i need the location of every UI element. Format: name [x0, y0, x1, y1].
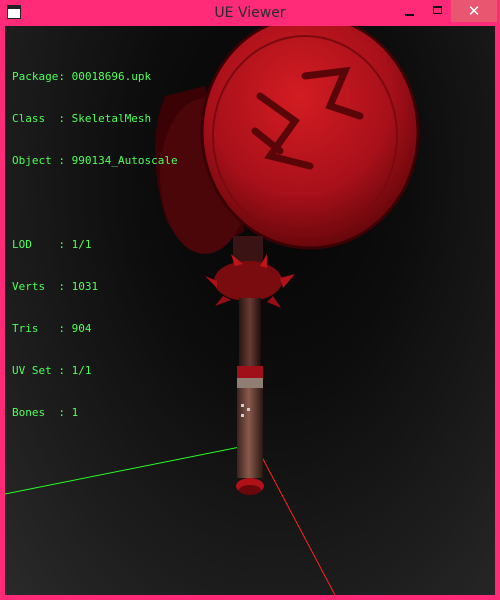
- minimize-button[interactable]: [396, 0, 423, 22]
- info-class: Class : SkeletalMesh: [12, 112, 152, 125]
- close-icon: ✕: [467, 2, 481, 20]
- info-package: Package: 00018696.upk: [12, 70, 152, 83]
- info-lod: LOD : 1/1: [12, 238, 92, 251]
- ue-viewer-window: UE Viewer ✕ Package: 00018696.upk Class …: [0, 0, 500, 600]
- hammer-grip: [237, 388, 263, 478]
- info-uvset: UV Set : 1/1: [12, 364, 92, 377]
- minimize-icon: [405, 14, 414, 16]
- title-bar[interactable]: UE Viewer ✕: [0, 0, 500, 26]
- info-tris: Tris : 904: [12, 322, 92, 335]
- info-bones: Bones : 1: [12, 406, 79, 419]
- hammer-shaft: [239, 298, 261, 372]
- y-axis-line: [5, 443, 256, 495]
- mesh-info-overlay: Package: 00018696.upk Class : SkeletalMe…: [12, 42, 178, 448]
- maximize-icon: [433, 6, 442, 14]
- 3d-viewport[interactable]: Package: 00018696.upk Class : SkeletalMe…: [5, 26, 495, 595]
- info-object: Object : 990134_Autoscale: [12, 154, 178, 167]
- maximize-button[interactable]: [424, 0, 451, 22]
- close-button[interactable]: ✕: [451, 0, 497, 22]
- info-verts: Verts : 1031: [12, 280, 99, 293]
- x-axis-line: [254, 443, 336, 595]
- hammer-face: [200, 26, 420, 250]
